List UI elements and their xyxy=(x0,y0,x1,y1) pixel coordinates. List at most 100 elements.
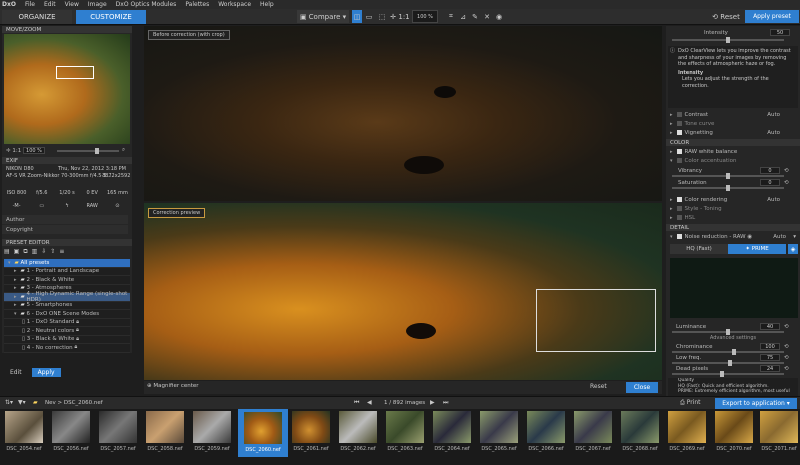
reset-icon[interactable]: ⟲ xyxy=(784,366,789,372)
noise-row[interactable]: ▾ Noise reduction - RAW ◉ Auto ▾ xyxy=(666,232,800,241)
reset-icon[interactable]: ⟲ xyxy=(784,355,789,361)
filmstrip-path[interactable]: Nev > DSC_2060.nef xyxy=(45,400,103,406)
nav-ratio[interactable]: 1:1 xyxy=(12,148,21,154)
thumbnail[interactable]: DSC_2061.nef xyxy=(292,411,330,452)
vibrancy-slider[interactable] xyxy=(672,173,784,179)
side-view-icon[interactable]: ▭ xyxy=(364,10,374,23)
magnifier-center[interactable]: ⊕ Magnifier center xyxy=(147,383,199,389)
import-icon[interactable]: ⇩ xyxy=(41,248,46,257)
intensity-knob[interactable] xyxy=(726,37,730,43)
noise-checkbox[interactable] xyxy=(676,234,682,239)
nav-zoom-slider[interactable] xyxy=(57,148,119,154)
expand-icon[interactable]: ▸ xyxy=(670,112,673,118)
contrast-checkbox[interactable] xyxy=(676,112,682,117)
export-button[interactable]: Export to application ▾ xyxy=(715,398,797,409)
expand-icon[interactable]: ▸ xyxy=(14,285,17,291)
expand-icon[interactable]: ▸ xyxy=(670,149,673,155)
expand-icon[interactable]: ▾ xyxy=(14,311,17,317)
thumbnail[interactable]: DSC_2071.nef xyxy=(760,411,798,452)
first-image-icon[interactable]: ⏮ xyxy=(354,399,359,407)
organize-tab[interactable]: ORGANIZE xyxy=(2,10,72,24)
menu-help[interactable]: Help xyxy=(260,1,274,8)
saturation-slider[interactable] xyxy=(672,185,784,191)
navigator-thumbnail[interactable] xyxy=(4,34,130,144)
ratio-button[interactable]: 1:1 xyxy=(398,10,410,23)
color-accent-checkbox[interactable] xyxy=(676,158,682,163)
preset-item[interactable]: ▸ ▰ 4 - High Dynamic Range (single-shot H… xyxy=(4,291,130,303)
preset-item[interactable]: ▯ 2 - Neutral colors 🔒︎ xyxy=(4,327,130,336)
luminance-value[interactable]: 40 xyxy=(760,323,780,330)
chrominance-value[interactable]: 100 xyxy=(760,343,780,350)
preset-item[interactable]: ▸ ▰ 5 - Smartphones xyxy=(4,302,130,310)
menu-file[interactable]: File xyxy=(25,1,35,8)
intensity-value[interactable]: 50 xyxy=(770,29,790,36)
preset-item[interactable]: ▯ 4 - No correction 🔒︎ xyxy=(4,344,130,353)
tone-curve-row[interactable]: ▸ Tone curve xyxy=(666,119,800,128)
apply-preset-button[interactable]: Apply preset xyxy=(745,10,799,23)
menu-logo[interactable]: DxO xyxy=(2,1,16,8)
menu-palettes[interactable]: Palettes xyxy=(185,1,209,8)
thumbnail[interactable]: DSC_2054.nef xyxy=(5,411,43,452)
thumbnail[interactable]: DSC_2068.nef xyxy=(621,411,659,452)
hsl-checkbox[interactable] xyxy=(676,215,682,220)
thumbnail[interactable]: DSC_2056.nef xyxy=(52,411,90,452)
advanced-settings-label[interactable]: Advanced settings xyxy=(666,335,800,341)
prime-button[interactable]: ✦ PRIME xyxy=(728,244,786,254)
noise-picker-icon[interactable]: ◈ xyxy=(788,244,798,254)
author-row[interactable]: Author xyxy=(2,215,128,224)
noise-menu-icon[interactable]: ▾ xyxy=(793,234,796,240)
preset-item[interactable]: ▸ ▰ 2 - Black & White xyxy=(4,276,130,285)
zoom-out-icon[interactable]: ✛ xyxy=(388,10,398,23)
copy-preset-icon[interactable]: ⧉ xyxy=(23,248,27,257)
thumbnail[interactable]: DSC_2058.nef xyxy=(146,411,184,452)
preset-item[interactable]: ▯ 1 - DxO Standard 🔒︎ xyxy=(4,319,130,327)
prev-image-icon[interactable]: ◀ xyxy=(367,399,372,406)
expand-icon[interactable]: ▸ xyxy=(670,215,673,221)
magnifier-box[interactable] xyxy=(536,289,656,352)
delete-preset-icon[interactable]: ▥ xyxy=(32,248,38,257)
reset-icon[interactable]: ⟲ xyxy=(784,324,789,330)
expand-icon[interactable]: ▸ xyxy=(14,294,17,300)
compare-button[interactable]: ▣ Compare ▾ xyxy=(297,10,349,23)
style-toning-row[interactable]: ▸ Style - Toning xyxy=(666,204,800,213)
thumbnail[interactable]: DSC_2066.nef xyxy=(527,411,565,452)
export-icon[interactable]: ⇧ xyxy=(50,248,55,257)
expand-icon[interactable]: ▸ xyxy=(14,302,17,308)
expand-icon[interactable]: ▸ xyxy=(14,277,17,283)
deadpixels-slider[interactable] xyxy=(672,371,784,377)
expand-icon[interactable]: ▾ xyxy=(670,158,673,164)
style-toning-checkbox[interactable] xyxy=(676,206,682,211)
move-icon[interactable]: ✛ xyxy=(6,148,11,154)
nav-zoom-select[interactable]: 100 % xyxy=(22,147,45,154)
fit-icon[interactable]: ⬚ xyxy=(377,10,387,23)
sort-icon[interactable]: ≡ xyxy=(59,248,64,257)
noise-preview[interactable] xyxy=(670,258,798,318)
deadpixels-knob[interactable] xyxy=(720,371,724,377)
expand-icon[interactable]: ▾ xyxy=(670,234,673,240)
luminance-slider[interactable] xyxy=(672,329,784,335)
raw-wb-row[interactable]: ▸ RAW white balance xyxy=(666,147,800,156)
expand-icon[interactable]: ▸ xyxy=(670,206,673,212)
vignetting-row[interactable]: ▸ Vignetting Auto xyxy=(666,128,800,137)
hq-button[interactable]: HQ (Fast) xyxy=(670,244,728,254)
thumbnail[interactable]: DSC_2063.nef xyxy=(386,411,424,452)
menu-workspace[interactable]: Workspace xyxy=(218,1,251,8)
filter-icon[interactable]: ▼▾ xyxy=(18,399,26,406)
color-rendering-row[interactable]: ▸ Color rendering Auto xyxy=(666,195,800,204)
viewer-reset-button[interactable]: Reset xyxy=(590,383,607,390)
preset-item[interactable]: ▾ ▰ 6 - DxO ONE Scene Modes xyxy=(4,310,130,319)
straighten-icon[interactable]: ⊿ xyxy=(458,10,468,23)
menu-image[interactable]: Image xyxy=(88,1,107,8)
preset-item[interactable]: ▯ 3 - Black & White 🔒︎ xyxy=(4,336,130,344)
preset-item[interactable]: ▸ ▰ 1 - Portrait and Landscape xyxy=(4,268,130,276)
crop-icon[interactable]: ⌗ xyxy=(446,10,456,23)
preset-item-all[interactable]: ▾ ▰ All presets xyxy=(4,259,130,268)
vibrancy-value[interactable]: 0 xyxy=(760,167,780,174)
sort-icon[interactable]: ⇅▾ xyxy=(5,399,13,406)
thumbnail[interactable]: DSC_2070.nef xyxy=(715,411,753,452)
deadpixels-value[interactable]: 24 xyxy=(760,365,780,372)
viewer-close-button[interactable]: Close xyxy=(626,382,658,393)
new-preset-icon[interactable]: ▤ xyxy=(4,248,10,257)
saturation-knob[interactable] xyxy=(726,185,730,191)
thumbnail[interactable]: DSC_2059.nef xyxy=(193,411,231,452)
